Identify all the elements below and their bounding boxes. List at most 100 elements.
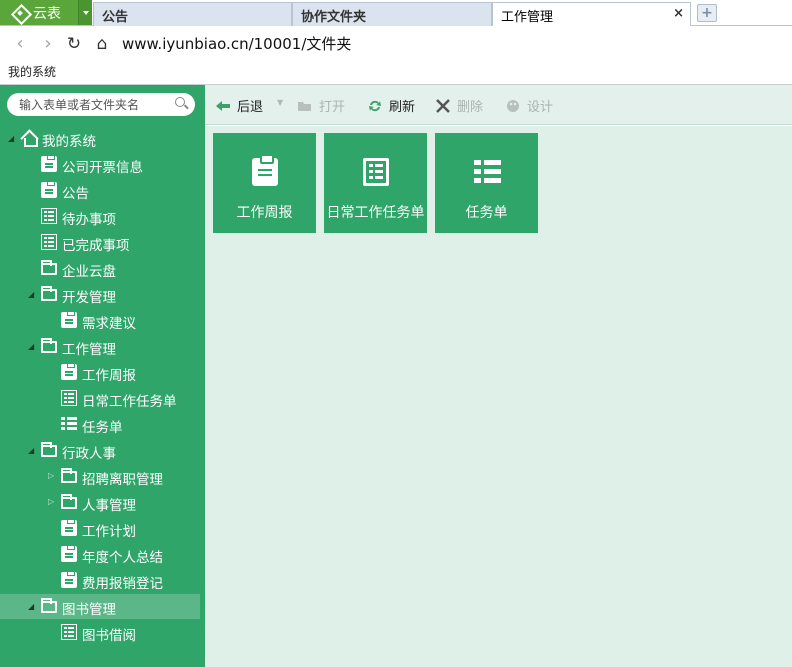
tab-announcement[interactable]: 公告 <box>93 2 292 26</box>
clipboard-icon <box>61 545 77 562</box>
tab-collab-folder[interactable]: 协作文件夹 <box>292 2 492 26</box>
bookmark-my-system[interactable]: 我的系统 <box>8 63 56 80</box>
list-icon <box>61 624 77 640</box>
bookmarks-bar: 我的系统 <box>0 60 792 85</box>
browser-tab-bar: 云表 公告 协作文件夹 工作管理 × + <box>0 0 792 27</box>
tree-item-invoice-info[interactable]: 公司开票信息 <box>0 152 200 177</box>
tree-label: 图书管理 <box>62 602 116 618</box>
card-task-order[interactable]: 任务单 <box>435 133 538 233</box>
forward-arrow-icon[interactable]: › <box>38 34 58 54</box>
tree-item-announcement[interactable]: 公告 <box>0 178 200 203</box>
list-icon <box>41 208 57 224</box>
tree-label: 行政人事 <box>62 446 116 462</box>
refresh-icon <box>367 99 383 113</box>
clipboard-icon <box>252 154 278 186</box>
clipboard-list-icon <box>41 155 57 172</box>
card-weekly-report[interactable]: 工作周报 <box>213 133 316 233</box>
tree-list-icon <box>61 416 77 432</box>
new-tab-button[interactable]: + <box>697 4 717 22</box>
tree-item-work-plan[interactable]: 工作计划 <box>0 516 200 541</box>
tree-item-book-borrow[interactable]: 图书借阅 <box>0 620 200 645</box>
tab-work-management[interactable]: 工作管理 × <box>492 2 691 27</box>
expanded-triangle-icon[interactable]: ◢ <box>28 291 36 299</box>
tree-item-task-order[interactable]: 任务单 <box>0 412 200 437</box>
close-tab-icon[interactable]: × <box>673 6 684 21</box>
tree-label: 待办事项 <box>62 212 116 228</box>
palette-icon <box>505 99 521 113</box>
expanded-triangle-icon[interactable]: ◢ <box>28 447 36 455</box>
tree-label: 公司开票信息 <box>62 160 143 176</box>
card-daily-task[interactable]: 日常工作任务单 <box>324 133 427 233</box>
open-button[interactable]: 打开 <box>297 96 345 115</box>
home-icon <box>21 130 38 147</box>
tree-item-dev-management[interactable]: ◢ 开发管理 <box>0 282 200 307</box>
tree-label: 人事管理 <box>82 498 136 514</box>
tree-label: 日常工作任务单 <box>82 394 177 410</box>
tree-label: 工作管理 <box>62 342 116 358</box>
app-dropdown-arrow[interactable] <box>78 0 92 25</box>
tree-item-annual-summary[interactable]: 年度个人总结 <box>0 542 200 567</box>
expanded-triangle-icon[interactable]: ◢ <box>28 603 36 611</box>
tab-label: 公告 <box>102 10 129 25</box>
yunbiao-logo-icon <box>12 5 28 21</box>
tree-label: 工作计划 <box>82 524 136 540</box>
search-icon[interactable] <box>175 97 185 107</box>
tree-item-todo[interactable]: 待办事项 <box>0 204 200 229</box>
delete-x-icon <box>435 98 451 113</box>
collapsed-triangle-icon[interactable]: ▷ <box>48 498 56 506</box>
tree-item-weekly-report[interactable]: 工作周报 <box>0 360 200 385</box>
tree-item-library[interactable]: ◢ 图书管理 <box>0 594 200 619</box>
tree-label: 工作周报 <box>82 368 136 384</box>
tree-label: 费用报销登记 <box>82 576 163 592</box>
tree-item-work-management[interactable]: ◢ 工作管理 <box>0 334 200 359</box>
design-label: 设计 <box>527 100 554 115</box>
tree-item-recruit[interactable]: ▷ 招聘离职管理 <box>0 464 200 489</box>
delete-button[interactable]: 删除 <box>435 96 483 115</box>
design-button[interactable]: 设计 <box>505 96 553 115</box>
back-dropdown-icon[interactable]: ▼ <box>277 98 283 107</box>
tree-list-icon <box>474 158 501 186</box>
tree-label: 企业云盘 <box>62 264 116 280</box>
tree-item-admin-hr[interactable]: ◢ 行政人事 <box>0 438 200 463</box>
folder-open-icon <box>297 99 313 113</box>
tree-root-my-system[interactable]: ◢ 我的系统 <box>0 126 200 151</box>
clipboard-icon <box>61 519 77 536</box>
tree-item-done[interactable]: 已完成事项 <box>0 230 200 255</box>
address-bar: ‹ › ↻ ⌂ www.iyunbiao.cn/10001/文件夹 <box>0 26 792 60</box>
folder-icon <box>61 494 77 509</box>
tree-item-cloud-disk[interactable]: 企业云盘 <box>0 256 200 281</box>
back-arrow-icon <box>215 99 231 113</box>
list-icon <box>61 390 77 406</box>
folder-icon <box>61 468 77 483</box>
tree-label: 年度个人总结 <box>82 550 163 566</box>
app-name: 云表 <box>33 5 61 22</box>
card-label: 工作周报 <box>236 205 293 221</box>
tree-label: 招聘离职管理 <box>82 472 163 488</box>
tree-label: 已完成事项 <box>62 238 130 254</box>
back-arrow-icon[interactable]: ‹ <box>10 34 30 54</box>
expanded-triangle-icon[interactable]: ◢ <box>28 343 36 351</box>
tree-item-daily-task[interactable]: 日常工作任务单 <box>0 386 200 411</box>
back-label: 后退 <box>237 100 264 115</box>
reload-icon[interactable]: ↻ <box>64 34 84 54</box>
card-label: 日常工作任务单 <box>326 205 425 221</box>
search-placeholder: 输入表单或者文件夹名 <box>19 98 140 112</box>
app-menu-button[interactable]: 云表 <box>0 0 92 25</box>
collapsed-triangle-icon[interactable]: ▷ <box>48 472 56 480</box>
tree-item-personnel[interactable]: ▷ 人事管理 <box>0 490 200 515</box>
tree-item-requirements[interactable]: 需求建议 <box>0 308 200 333</box>
expanded-triangle-icon[interactable]: ◢ <box>8 135 16 143</box>
home-icon[interactable]: ⌂ <box>92 34 112 54</box>
refresh-button[interactable]: 刷新 <box>367 96 415 115</box>
sidebar: 输入表单或者文件夹名 ◢ 我的系统 公司开票信息 公告 待办事项 已完成事项 企… <box>0 85 205 667</box>
url-text[interactable]: www.iyunbiao.cn/10001/文件夹 <box>122 33 351 54</box>
tree-item-expense[interactable]: 费用报销登记 <box>0 568 200 593</box>
folder-open-icon <box>41 598 57 613</box>
tree-label: 开发管理 <box>62 290 116 306</box>
tree-label: 图书借阅 <box>82 628 136 644</box>
sidebar-search-input[interactable]: 输入表单或者文件夹名 <box>7 93 195 116</box>
back-button[interactable]: 后退 <box>215 96 263 115</box>
tree-label: 任务单 <box>82 420 123 436</box>
card-label: 任务单 <box>465 205 508 221</box>
tab-label: 工作管理 <box>501 10 554 25</box>
